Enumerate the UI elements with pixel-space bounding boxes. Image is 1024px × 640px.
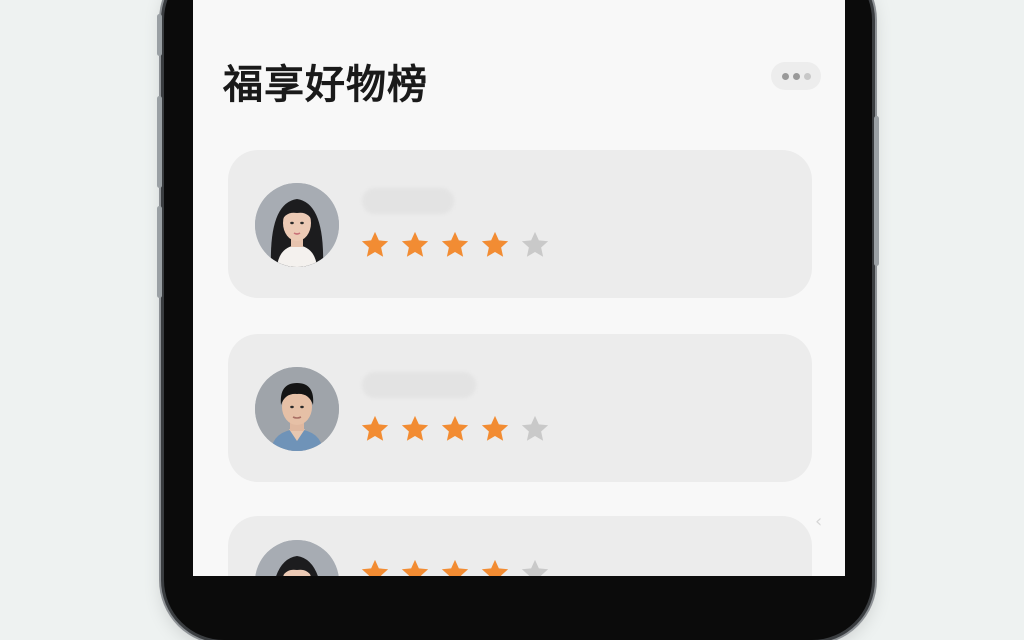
more-dot [803, 72, 811, 80]
star-filled-icon [361, 231, 389, 257]
star-empty-icon [521, 231, 549, 257]
username-label [362, 372, 476, 398]
username-label [362, 188, 454, 214]
review-card[interactable] [228, 334, 812, 482]
phone-volume-up-button [157, 96, 162, 188]
phone-silent-switch [157, 14, 162, 56]
star-filled-icon [401, 231, 429, 257]
star-rating [360, 414, 550, 444]
star-filled-icon [481, 415, 509, 441]
review-card[interactable] [228, 516, 812, 576]
user-avatar [255, 367, 339, 451]
star-filled-icon [401, 415, 429, 441]
star-filled-icon [481, 559, 509, 576]
phone-volume-down-button [157, 206, 162, 298]
more-dots-icon [781, 72, 789, 80]
more-dot [792, 72, 800, 80]
review-card[interactable] [228, 150, 812, 298]
star-filled-icon [401, 559, 429, 576]
user-avatar [255, 183, 339, 267]
star-filled-icon [481, 231, 509, 257]
star-filled-icon [441, 559, 469, 576]
phone-power-button [874, 116, 879, 266]
star-filled-icon [361, 415, 389, 441]
star-filled-icon [441, 231, 469, 257]
star-filled-icon [441, 415, 469, 441]
star-rating [360, 558, 550, 576]
star-rating [360, 230, 550, 260]
star-filled-icon [361, 559, 389, 576]
more-options-button[interactable] [771, 62, 821, 90]
star-empty-icon [521, 559, 549, 576]
user-avatar [255, 540, 339, 576]
star-empty-icon [521, 415, 549, 441]
app-screen: 福享好物榜 ‹ [193, 0, 845, 576]
page-title: 福享好物榜 [223, 62, 428, 108]
chevron-left-icon: ‹ [815, 511, 823, 532]
